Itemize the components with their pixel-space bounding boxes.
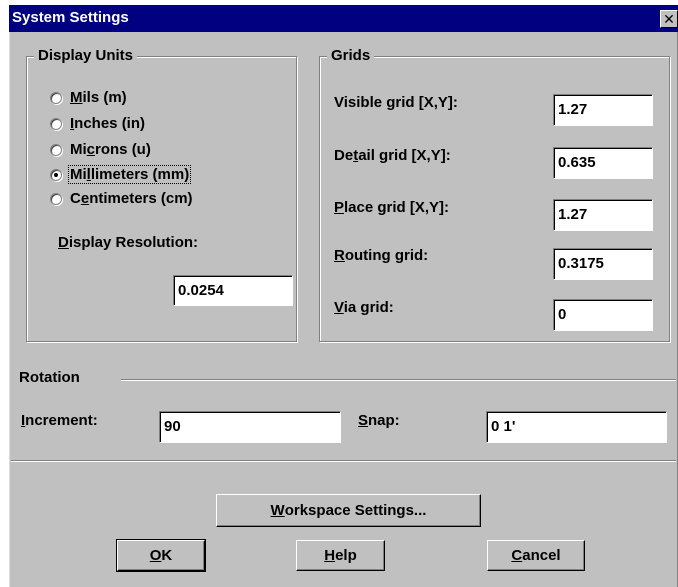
help-button[interactable]: Help xyxy=(296,540,385,571)
radio-label: Mils (m) xyxy=(70,89,127,106)
place-grid-label: Place grid [X,Y]: xyxy=(334,199,450,216)
ok-label: OK xyxy=(149,547,173,564)
radio-label: Millimeters (mm) xyxy=(67,165,192,184)
visible-grid-label: Visible grid [X,Y]: xyxy=(334,94,458,111)
place-grid-input[interactable]: 1.27 xyxy=(553,199,653,231)
detail-grid-label: Detail grid [X,Y]: xyxy=(334,147,451,164)
grids-group: Grids Visible grid [X,Y]: 1.27 Detail gr… xyxy=(319,47,670,342)
rotation-bottom-divider xyxy=(11,460,676,462)
visible-grid-input[interactable]: 1.27 xyxy=(553,94,653,126)
radio-label: Microns (u) xyxy=(70,141,151,158)
grids-title: Grids xyxy=(327,47,375,64)
snap-input[interactable]: 0 1' xyxy=(486,411,667,443)
help-label: Help xyxy=(324,547,357,564)
system-settings-dialog: System Settings ✕ Display Units Mils (m)… xyxy=(9,5,678,587)
radio-label: Centimeters (cm) xyxy=(70,190,193,207)
display-resolution-label: Display Resolution: xyxy=(58,234,199,251)
radio-label: Inches (in) xyxy=(70,115,146,132)
close-icon: ✕ xyxy=(663,11,675,27)
radio-button-selected[interactable] xyxy=(50,169,62,181)
ok-button[interactable]: OK xyxy=(116,539,206,572)
cancel-button[interactable]: Cancel xyxy=(487,540,585,571)
title-bar: System Settings ✕ xyxy=(9,5,678,32)
close-button[interactable]: ✕ xyxy=(660,10,678,28)
via-grid-input[interactable]: 0 xyxy=(553,299,653,331)
snap-label: Snap: xyxy=(358,412,400,429)
radio-button[interactable] xyxy=(50,144,62,156)
via-grid-label: Via grid: xyxy=(334,299,394,316)
radio-button[interactable] xyxy=(50,118,62,130)
rotation-title: Rotation xyxy=(19,369,80,386)
routing-grid-label: Routing grid: xyxy=(334,247,429,264)
routing-grid-input[interactable]: 0.3175 xyxy=(553,248,653,280)
detail-grid-input[interactable]: 0.635 xyxy=(553,147,653,179)
display-units-group: Display Units Mils (m) Inches (in) Micro… xyxy=(26,47,297,342)
workspace-settings-button[interactable]: Workspace Settings... xyxy=(216,494,481,527)
radio-button[interactable] xyxy=(50,193,62,205)
increment-input[interactable]: 90 xyxy=(159,411,341,443)
radio-button[interactable] xyxy=(50,92,62,104)
cancel-label: Cancel xyxy=(511,547,561,564)
workspace-settings-label: Workspace Settings... xyxy=(270,502,427,519)
window-title: System Settings xyxy=(12,9,129,26)
display-resolution-input[interactable]: 0.0254 xyxy=(173,275,293,306)
increment-label: Increment: xyxy=(21,412,98,429)
rotation-top-divider xyxy=(121,379,676,381)
display-units-title: Display Units xyxy=(34,47,138,64)
